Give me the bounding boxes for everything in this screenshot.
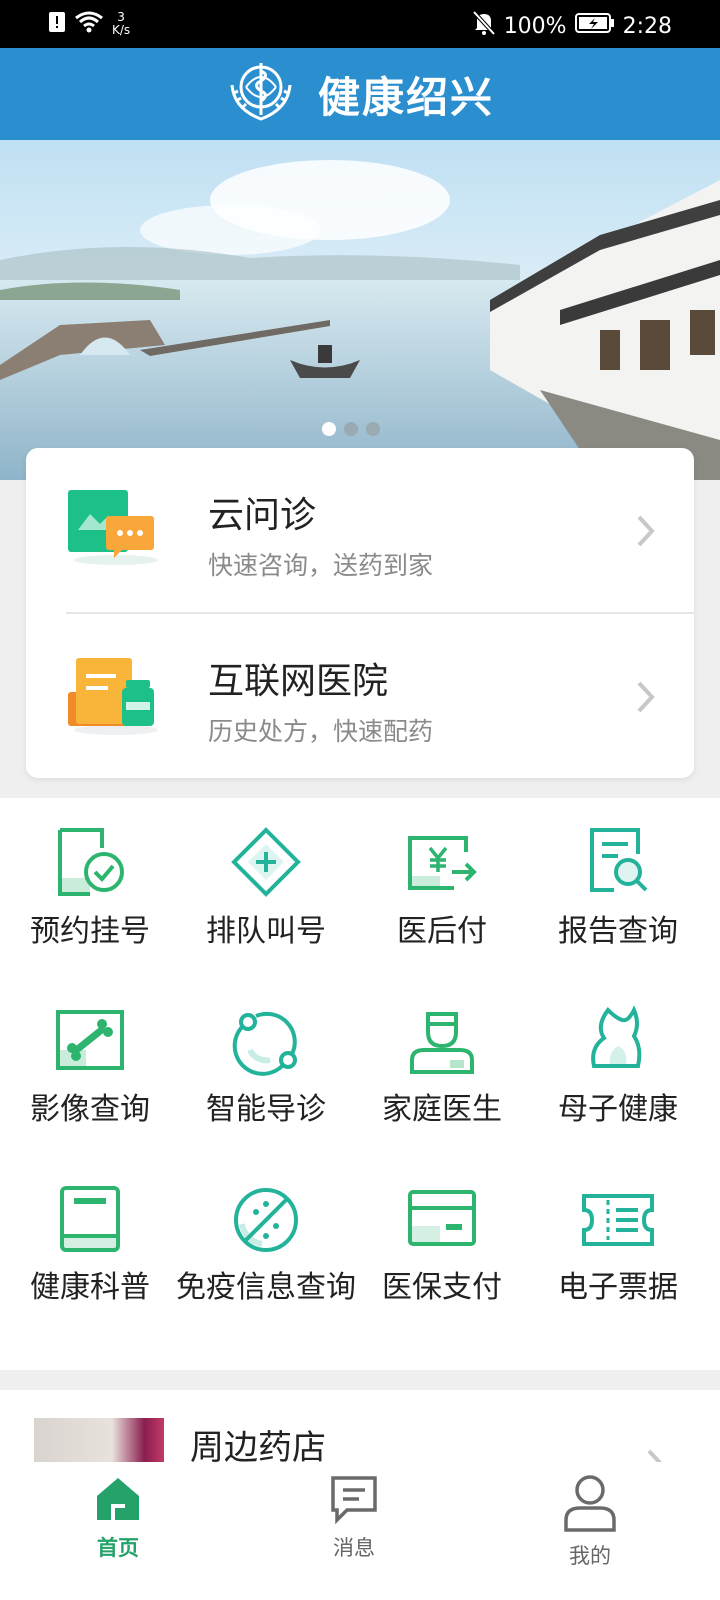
grid-label: 医保支付: [382, 1270, 502, 1305]
user-icon: [564, 1475, 616, 1532]
tab-messages[interactable]: 消息: [264, 1474, 444, 1562]
banner-carousel[interactable]: [0, 140, 720, 480]
tab-label: 消息: [333, 1536, 375, 1560]
chat-image-icon: [66, 486, 158, 570]
tab-profile[interactable]: 我的: [500, 1474, 680, 1570]
grid-item-maternal-child[interactable]: 母子健康: [528, 1002, 708, 1128]
ticket-icon: [582, 1194, 654, 1246]
network-speed: 3 K/s: [112, 11, 130, 37]
grid-item-smart-guide[interactable]: 智能导诊: [176, 1002, 356, 1128]
grid-label: 排队叫号: [206, 914, 326, 949]
tab-home[interactable]: 首页: [28, 1474, 208, 1562]
feature-grid: 预约挂号 排队叫号 医后付 报告查询 影像查询 智能导诊 家庭医生 母子健康 健…: [0, 798, 720, 1370]
chevron-right-icon: [636, 514, 656, 552]
yuan-bill-icon: [408, 836, 477, 890]
bottom-tab-bar: 首页 消息 我的: [0, 1462, 720, 1600]
queue-diamond-icon: [231, 827, 301, 897]
grid-label: 智能导诊: [206, 1092, 326, 1127]
battery-percent: 100%: [503, 13, 567, 39]
grid-item-pay-later[interactable]: 医后付: [352, 824, 532, 950]
service-card: 云问诊 快速咨询，送药到家 互联网医院 历史处方，快速配药: [26, 448, 694, 778]
grid-item-queue[interactable]: 排队叫号: [176, 824, 356, 950]
grid-label: 免疫信息查询: [176, 1270, 356, 1305]
smart-guide-orbit-icon: [232, 1011, 297, 1076]
grid-item-health-science[interactable]: 健康科普: [0, 1180, 180, 1306]
wifi-icon: [74, 10, 104, 38]
app-header: 健康绍兴: [0, 48, 720, 140]
grid-item-report[interactable]: 报告查询: [528, 824, 708, 950]
grid-item-immunization[interactable]: 免疫信息查询: [176, 1180, 356, 1306]
report-search-icon: [590, 828, 648, 892]
app-title: 健康绍兴: [317, 72, 494, 122]
carousel-dot[interactable]: [344, 422, 358, 436]
grid-item-insurance-pay[interactable]: 医保支付: [352, 1180, 532, 1306]
emblem-logo-icon: [226, 57, 296, 131]
grid-label: 电子票据: [558, 1270, 678, 1305]
tab-label: 我的: [569, 1544, 611, 1568]
grid-item-family-doctor[interactable]: 家庭医生: [352, 1002, 532, 1128]
grid-label: 医后付: [397, 914, 487, 949]
grid-label: 报告查询: [558, 914, 678, 949]
doctor-icon: [410, 1012, 474, 1074]
clock: 2:28: [622, 13, 672, 39]
grid-label: 预约挂号: [30, 914, 150, 949]
grid-label: 健康科普: [30, 1270, 150, 1305]
service-title: 云问诊: [208, 495, 317, 536]
service-subtitle: 历史处方，快速配药: [208, 717, 434, 746]
mute-bell-icon: [472, 10, 496, 42]
tab-label: 首页: [97, 1536, 139, 1560]
speed-unit: K/s: [112, 23, 131, 37]
service-title: 互联网医院: [208, 661, 389, 702]
service-subtitle: 快速咨询，送药到家: [208, 551, 434, 580]
status-bar: 3 K/s 100% 2:28: [0, 0, 720, 48]
chevron-right-icon: [636, 680, 656, 718]
home-icon: [97, 1478, 139, 1520]
book-icon: [60, 1186, 120, 1252]
grid-item-imaging[interactable]: 影像查询: [0, 1002, 180, 1128]
carousel-dot[interactable]: [322, 422, 336, 436]
battery-charging-icon: [574, 12, 615, 40]
grid-label: 影像查询: [30, 1092, 150, 1127]
appointment-icon: [58, 828, 124, 896]
prescription-medicine-icon: [66, 652, 158, 740]
xray-bone-icon: [56, 1010, 124, 1070]
internet-hospital-entry[interactable]: 互联网医院 历史处方，快速配药: [26, 614, 694, 779]
nearby-pharmacy-entry[interactable]: 周边药店: [0, 1390, 720, 1470]
cloud-consultation-entry[interactable]: 云问诊 快速咨询，送药到家: [26, 448, 694, 613]
grid-label: 家庭医生: [382, 1092, 502, 1127]
carousel-indicator: [322, 422, 388, 436]
grid-item-appointment[interactable]: 预约挂号: [0, 824, 180, 950]
carousel-dot[interactable]: [366, 422, 380, 436]
speed-value: 3: [117, 10, 125, 24]
sim-alert-icon: [48, 10, 66, 38]
vaccine-no-icon: [234, 1188, 298, 1252]
message-icon: [331, 1476, 377, 1525]
mother-child-icon: [591, 1005, 642, 1068]
grid-item-e-invoice[interactable]: 电子票据: [528, 1180, 708, 1306]
card-payment-icon: [408, 1190, 476, 1246]
grid-label: 母子健康: [558, 1092, 678, 1127]
